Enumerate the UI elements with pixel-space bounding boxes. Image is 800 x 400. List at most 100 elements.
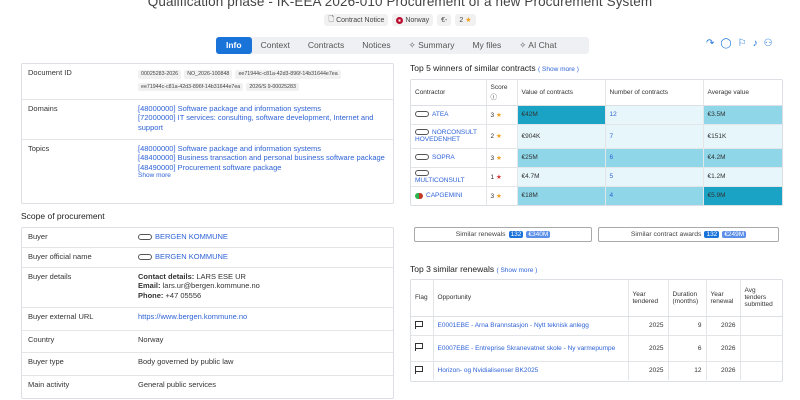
renewal-avg-cell bbox=[740, 316, 782, 336]
flag-icon[interactable] bbox=[415, 343, 423, 351]
notice-meta: 🗋 Contract Notice Norway €- 2 ★ bbox=[0, 14, 800, 26]
domain-link[interactable]: [72000000] IT services: consulting, soft… bbox=[138, 113, 387, 132]
contract-notice-chip[interactable]: 🗋 Contract Notice bbox=[324, 14, 389, 26]
winner-row[interactable]: ATEA 3 ★ €42M 12 €3.5M bbox=[411, 105, 782, 125]
document-id-chip: NO_2026-100848 bbox=[184, 70, 233, 79]
domain-link[interactable]: [48000000] Software package and informat… bbox=[138, 104, 387, 113]
tab-notices[interactable]: Notices bbox=[353, 37, 399, 54]
col-year-renewal: Year renewal bbox=[706, 280, 741, 317]
winner-row[interactable]: NORCONSULT HOVEDENHET 2 ★ €904K 7 €151K bbox=[411, 124, 782, 149]
renewals-table: Flag Opportunity Year tendered Duration … bbox=[411, 280, 782, 380]
winner-value-cell: €904K bbox=[517, 124, 606, 149]
renewals-table-card: Flag Opportunity Year tendered Duration … bbox=[410, 279, 783, 382]
similar-renewals-button[interactable]: Similar renewals 132 €340M bbox=[414, 227, 592, 242]
document-id-chip: 00025283-2026 bbox=[138, 70, 182, 79]
company-logo-icon bbox=[138, 254, 152, 261]
action-icons: ↷ ◯ ⚐ ♪ ⚇ bbox=[706, 38, 773, 49]
norway-flag-icon bbox=[396, 16, 404, 24]
flag-icon[interactable] bbox=[415, 365, 423, 374]
buyer-official-link[interactable]: BERGEN KOMMUNE bbox=[132, 248, 393, 267]
topic-link[interactable]: [48490000] Procurement software package bbox=[138, 163, 387, 172]
currency-chip: €- bbox=[437, 14, 452, 26]
buyer-url-link[interactable]: https://www.bergen.kommune.no bbox=[132, 308, 393, 330]
contact-name: LARS ESE UR bbox=[196, 272, 246, 281]
winner-name-cell[interactable]: NORCONSULT HOVEDENHET bbox=[411, 124, 487, 149]
renewal-flag-cell[interactable] bbox=[411, 316, 434, 336]
winners-title: Top 5 winners of similar contracts ( Sho… bbox=[410, 63, 579, 73]
document-id-values: 00025283-2026 NO_2026-100848 ee71944c-c8… bbox=[132, 64, 393, 99]
similar-awards-button[interactable]: Similar contract awards 132 €249M bbox=[598, 227, 779, 242]
col-score: Score ⓘ bbox=[486, 80, 518, 106]
info-icon: ⓘ bbox=[490, 93, 498, 101]
winner-name-cell[interactable]: CAPGEMINI bbox=[411, 186, 487, 205]
renewal-row[interactable]: Horizon- og Nvidialisenser BK2025 2025 12 2… bbox=[411, 361, 782, 380]
winners-show-more[interactable]: ( Show more ) bbox=[538, 66, 579, 73]
buyer-official-label: Buyer official name bbox=[28, 252, 92, 261]
renewal-opportunity-cell[interactable]: Horizon- og Nvidialisenser BK2025 bbox=[433, 361, 629, 380]
tab-my-files[interactable]: My files bbox=[463, 37, 510, 54]
tab-bar: Info Context Contracts Notices ✧ Summary… bbox=[216, 37, 589, 54]
col-flag: Flag bbox=[411, 280, 434, 317]
col-opportunity: Opportunity bbox=[433, 280, 629, 317]
company-logo-icon bbox=[415, 154, 429, 161]
bell-icon[interactable]: ♪ bbox=[753, 38, 758, 49]
document-id-label: Document ID bbox=[28, 68, 72, 77]
renewals-show-more[interactable]: ( Show more ) bbox=[496, 267, 537, 274]
renewal-row[interactable]: E0007EBE - Entreprise Skranevatnet skole… bbox=[411, 335, 782, 362]
topics-row: Topics [48000000] Software package and i… bbox=[22, 140, 393, 203]
star-icon: ★ bbox=[495, 111, 502, 119]
flag-icon[interactable] bbox=[415, 320, 423, 329]
share-icon[interactable]: ↷ bbox=[706, 38, 714, 49]
star-icon: ★ bbox=[495, 173, 502, 181]
winner-average-cell: €3.5M bbox=[703, 105, 782, 125]
winner-name-cell[interactable]: MULTICONSULT bbox=[411, 167, 487, 187]
winner-row[interactable]: MULTICONSULT 1 ★ €4.7M 5 €1.2M bbox=[411, 167, 782, 187]
main-activity-row: Main activity General public services bbox=[22, 376, 393, 398]
contact-email[interactable]: lars.ur@bergen.kommune.no bbox=[163, 281, 260, 290]
document-id-chip: ee71944c-c81a-42d3-896f-14b31644e7ea bbox=[138, 82, 244, 92]
sparkle-icon: ✧ bbox=[519, 40, 529, 50]
info-card: Document ID 00025283-2026 NO_2026-100848… bbox=[21, 63, 394, 204]
winners-table: Contractor Score ⓘ Value of contracts Num… bbox=[411, 80, 782, 205]
company-logo-icon bbox=[415, 192, 423, 199]
tab-context[interactable]: Context bbox=[252, 37, 299, 54]
winner-name-cell[interactable]: SOPRA bbox=[411, 148, 487, 168]
main-activity-value: General public services bbox=[138, 380, 216, 389]
topic-link[interactable]: [48400000] Business transaction and pers… bbox=[138, 153, 387, 162]
buyer-details-label: Buyer details bbox=[28, 272, 72, 281]
winner-value-cell: €25M bbox=[517, 148, 606, 168]
winner-average-cell: €5.9M bbox=[703, 186, 782, 205]
domains-values: [48000000] Software package and informat… bbox=[132, 100, 393, 139]
winner-row[interactable]: CAPGEMINI 3 ★ €18M 4 €5.9M bbox=[411, 186, 782, 205]
tab-summary[interactable]: ✧ Summary bbox=[400, 37, 464, 54]
winner-row[interactable]: SOPRA 3 ★ €25M 6 €4.2M bbox=[411, 148, 782, 168]
tab-contracts[interactable]: Contracts bbox=[299, 37, 353, 54]
renewals-count-badge: 132 bbox=[508, 231, 524, 238]
buyer-label: Buyer bbox=[28, 232, 48, 241]
comment-icon[interactable]: ◯ bbox=[720, 38, 731, 49]
col-avg-tenders: Avg tenders submitted bbox=[740, 280, 782, 317]
document-id-chip: ee71944c-c81a-42d3-896f-14b31644e7ea bbox=[235, 70, 341, 79]
topics-show-more[interactable]: Show more bbox=[138, 172, 387, 180]
company-logo-icon bbox=[138, 234, 152, 241]
contact-phone: +47 05556 bbox=[165, 290, 202, 300]
add-user-icon[interactable]: ⚇ bbox=[764, 38, 773, 49]
winner-name-cell[interactable]: ATEA bbox=[411, 105, 487, 125]
star-icon: ★ bbox=[495, 133, 502, 140]
renewal-duration-cell: 6 bbox=[668, 335, 707, 362]
buyer-type-row: Buyer type Body governed by public law bbox=[22, 353, 393, 376]
renewal-flag-cell[interactable] bbox=[411, 361, 434, 380]
document-icon: 🗋 bbox=[328, 15, 335, 23]
renewal-row[interactable]: E0001EBE - Arna Brannstasjon - Nytt tekn… bbox=[411, 316, 782, 336]
buyer-link[interactable]: BERGEN KOMMUNE bbox=[132, 228, 393, 247]
renewal-opportunity-cell[interactable]: E0001EBE - Arna Brannstasjon - Nytt tekn… bbox=[433, 316, 629, 336]
tab-ai-chat[interactable]: ✧ AI Chat bbox=[510, 37, 565, 54]
renewal-opportunity-cell[interactable]: E0007EBE - Entreprise Skranevatnet skole… bbox=[433, 335, 629, 362]
flag-icon[interactable]: ⚐ bbox=[738, 38, 747, 49]
col-value: Value of contracts bbox=[517, 80, 606, 106]
winner-score-cell: 1 ★ bbox=[486, 167, 518, 187]
tab-info[interactable]: Info bbox=[216, 37, 252, 54]
topic-link[interactable]: [48000000] Software package and informat… bbox=[138, 144, 387, 153]
buyer-details-values: Contact details: LARS ESE UR Email: lars… bbox=[138, 272, 260, 300]
renewal-flag-cell[interactable] bbox=[411, 335, 434, 362]
